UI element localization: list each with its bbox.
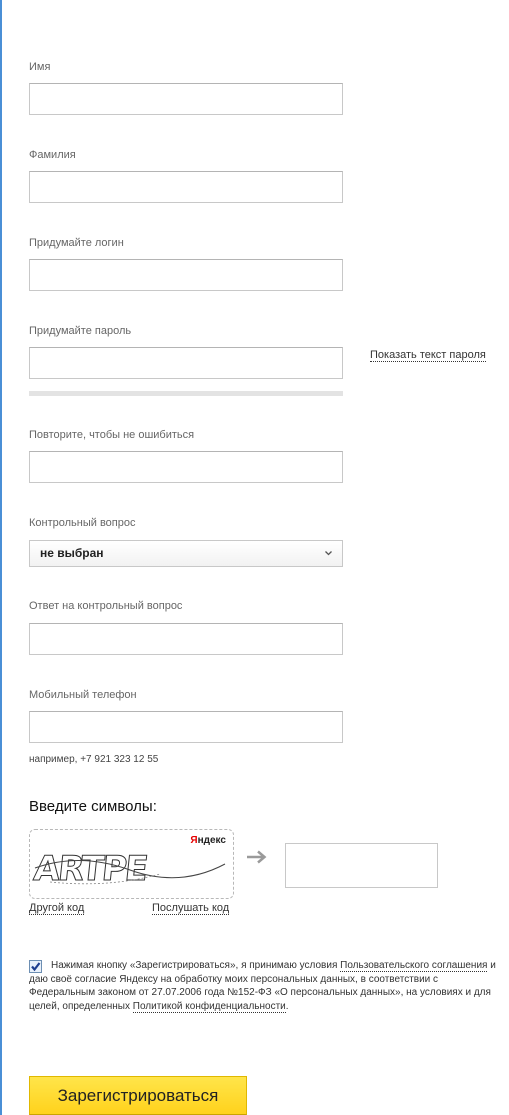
login-label: Придумайте логин [29, 237, 124, 249]
first-name-input[interactable] [29, 83, 343, 115]
captcha-input[interactable] [285, 843, 438, 888]
other-code-link[interactable]: Другой код [29, 902, 85, 915]
listen-code-link[interactable]: Послушать код [152, 902, 230, 915]
captcha-text: ARTPE [32, 849, 148, 889]
last-name-label: Фамилия [29, 149, 76, 161]
arrow-right-icon [247, 850, 267, 864]
security-question-label: Контрольный вопрос [29, 517, 136, 529]
password-label: Придумайте пароль [29, 325, 132, 337]
first-name-label: Имя [29, 61, 51, 73]
chevron-down-icon [324, 541, 333, 576]
show-password-link[interactable]: Показать текст пароля [370, 349, 486, 362]
password-input[interactable] [29, 347, 343, 379]
captcha-image: Яндекс ARTPE [29, 829, 234, 899]
password-repeat-label: Повторите, чтобы не ошибиться [29, 429, 195, 441]
captcha-title: Введите символы: [29, 798, 157, 815]
last-name-input[interactable] [29, 171, 343, 203]
password-strength-bar [29, 391, 343, 396]
terms-text-part-3: . [285, 1000, 289, 1012]
terms-text: Нажимая кнопку «Зарегистрироваться», я п… [29, 959, 505, 1013]
security-answer-input[interactable] [29, 623, 343, 655]
terms-text-part-1: Нажимая кнопку «Зарегистрироваться», я п… [51, 960, 341, 971]
phone-input[interactable] [29, 711, 343, 743]
phone-label: Мобильный телефон [29, 689, 137, 701]
captcha-glyphs-icon: ARTPE [31, 849, 226, 889]
register-button[interactable]: Зарегистрироваться [29, 1076, 247, 1115]
privacy-policy-link[interactable]: Политикой конфиденциальности [132, 1000, 286, 1013]
password-repeat-input[interactable] [29, 451, 343, 483]
registration-form: Имя Фамилия Придумайте логин Придумайте … [0, 0, 509, 1115]
phone-hint: например, +7 921 323 12 55 [29, 754, 159, 765]
security-question-value: не выбран [40, 546, 104, 560]
user-agreement-link[interactable]: Пользовательского соглашения [340, 960, 488, 972]
login-input[interactable] [29, 259, 343, 291]
security-answer-label: Ответ на контрольный вопрос [29, 600, 183, 612]
security-question-select[interactable]: не выбран [29, 540, 343, 567]
